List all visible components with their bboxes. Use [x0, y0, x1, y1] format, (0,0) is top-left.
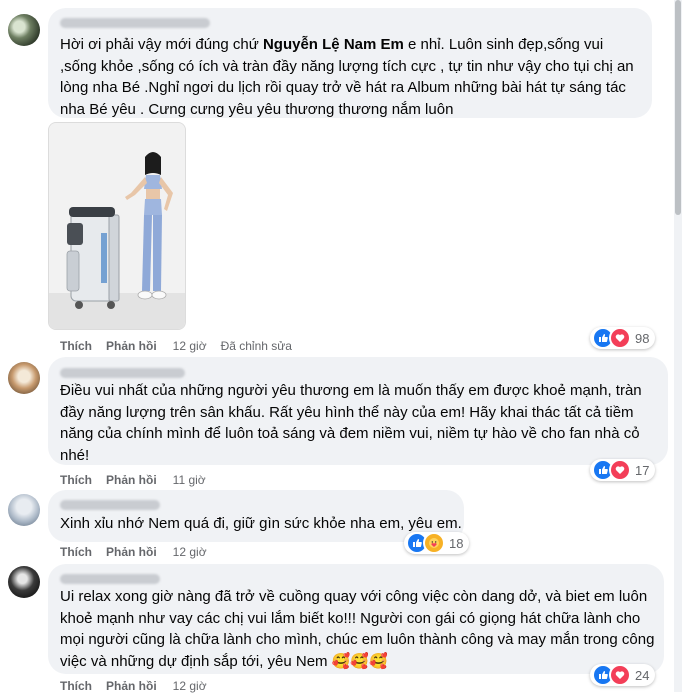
love-icon [609, 459, 631, 481]
reaction-summary[interactable]: 18 [404, 532, 470, 554]
avatar[interactable] [8, 362, 40, 394]
author-name-redacted[interactable] [60, 18, 210, 28]
like-button[interactable]: Thích [60, 545, 92, 559]
reaction-count: 98 [635, 330, 650, 346]
like-button[interactable]: Thích [60, 473, 92, 487]
avatar[interactable] [8, 14, 40, 46]
scrollbar-track[interactable] [674, 0, 682, 692]
reaction-count: 17 [635, 462, 650, 478]
author-name-redacted[interactable] [60, 368, 185, 378]
reaction-summary[interactable]: 24 [590, 664, 656, 686]
comment-time[interactable]: 11 giờ [173, 473, 206, 487]
comment-actions: Thích Phản hồi 11 giờ [60, 472, 206, 488]
comment-text: Điều vui nhất của những người yêu thương… [60, 382, 642, 464]
comment-time[interactable]: 12 giờ [173, 339, 207, 353]
love-icon [609, 664, 631, 686]
reaction-summary[interactable]: 98 [590, 327, 656, 349]
comment-bubble: Điều vui nhất của những người yêu thương… [48, 357, 668, 465]
scrollbar-thumb[interactable] [675, 0, 681, 215]
reply-button[interactable]: Phản hồi [106, 473, 157, 487]
comment-bubble: Xinh xỉu nhớ Nem quá đi, giữ gìn sức khỏ… [48, 490, 464, 542]
reaction-summary[interactable]: 17 [590, 459, 656, 481]
comment-actions: Thích Phản hồi 12 giờ Đã chỉnh sửa [60, 338, 292, 354]
reply-button[interactable]: Phản hồi [106, 545, 157, 559]
comment-bubble: Hời ơi phải vậy mới đúng chứ Nguyễn Lệ N… [48, 8, 652, 118]
reply-button[interactable]: Phản hồi [106, 339, 157, 353]
photo-image [49, 123, 185, 329]
reaction-count: 24 [635, 667, 650, 683]
reaction-count: 18 [449, 535, 464, 551]
comment-bubble: Ui relax xong giờ nàng đã trở về cuồng q… [48, 564, 664, 674]
like-button[interactable]: Thích [60, 679, 92, 693]
mentioned-user[interactable]: Nguyễn Lệ Nam Em [263, 36, 404, 53]
comment-text: Xinh xỉu nhớ Nem quá đi, giữ gìn sức khỏ… [60, 515, 462, 532]
comment-time[interactable]: 12 giờ [173, 679, 207, 693]
comment-text-part: Hời ơi phải vậy mới đúng chứ [60, 36, 263, 53]
comment-photo[interactable] [48, 122, 186, 330]
comment-time[interactable]: 12 giờ [173, 545, 207, 559]
edited-label[interactable]: Đã chỉnh sửa [221, 339, 292, 353]
reply-button[interactable]: Phản hồi [106, 679, 157, 693]
avatar[interactable] [8, 566, 40, 598]
avatar[interactable] [8, 494, 40, 526]
care-icon [423, 532, 445, 554]
comment-actions: Thích Phản hồi 12 giờ [60, 544, 207, 560]
author-name-redacted[interactable] [60, 500, 160, 510]
comment-text: Hời ơi phải vậy mới đúng chứ Nguyễn Lệ N… [60, 34, 644, 120]
comment-text: Ui relax xong giờ nàng đã trở về cuồng q… [60, 588, 655, 670]
like-button[interactable]: Thích [60, 339, 92, 353]
love-icon [609, 327, 631, 349]
author-name-redacted[interactable] [60, 574, 160, 584]
